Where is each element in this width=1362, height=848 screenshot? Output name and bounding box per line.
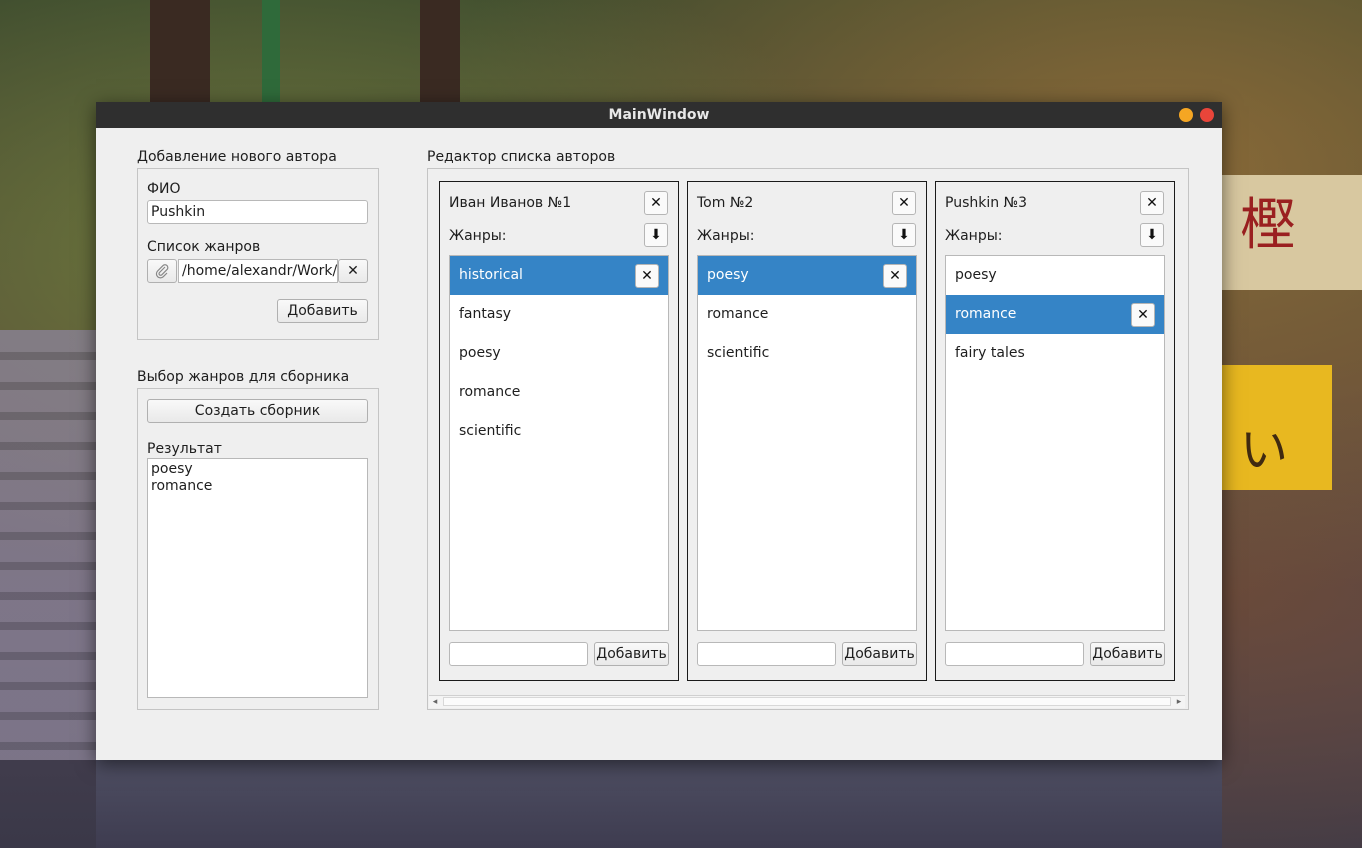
author-card-1: Иван Иванов №1 ✕ Жанры: ⬇ historical ✕ f… <box>439 181 679 681</box>
genre-label: romance <box>955 306 1017 322</box>
list-item[interactable]: poesy ✕ <box>698 256 916 295</box>
scrollbar-handle[interactable] <box>443 697 1171 706</box>
download-arrow-icon: ⬇ <box>898 227 910 243</box>
editor-scroll-area: Иван Иванов №1 ✕ Жанры: ⬇ historical ✕ f… <box>427 168 1189 710</box>
window-title: MainWindow <box>608 107 710 123</box>
bg-stairs <box>0 330 96 760</box>
genres-label: Жанры: <box>449 228 507 244</box>
delete-author-button[interactable]: ✕ <box>1140 191 1164 215</box>
genres-list[interactable]: poesy romance ✕ fairy tales <box>945 255 1165 631</box>
close-icon: ✕ <box>1137 307 1149 323</box>
list-item[interactable]: poesy <box>450 334 668 373</box>
delete-author-button[interactable]: ✕ <box>644 191 668 215</box>
scroll-left-icon[interactable]: ◂ <box>429 696 441 708</box>
add-genre-button[interactable]: Добавить <box>594 642 669 666</box>
add-genre-button[interactable]: Добавить <box>842 642 917 666</box>
list-item[interactable]: romance <box>698 295 916 334</box>
paperclip-icon <box>155 264 169 279</box>
main-window: MainWindow Добавление нового автора ФИО … <box>96 102 1222 760</box>
genre-label: poesy <box>707 267 749 283</box>
new-genre-input[interactable] <box>697 642 836 666</box>
close-icon: ✕ <box>1146 195 1158 211</box>
create-collection-button[interactable]: Создать сборник <box>147 399 368 423</box>
list-item[interactable]: poesy <box>946 256 1164 295</box>
author-card-3: Pushkin №3 ✕ Жанры: ⬇ poesy romance ✕ fa… <box>935 181 1175 681</box>
add-author-button[interactable]: Добавить <box>277 299 368 323</box>
author-title: Tom №2 <box>697 195 754 211</box>
download-arrow-icon: ⬇ <box>1146 227 1158 243</box>
genres-path-input[interactable]: /home/alexandr/Work/ <box>178 259 338 283</box>
result-text-area[interactable]: poesy romance <box>147 458 368 698</box>
remove-genre-button[interactable]: ✕ <box>635 264 659 288</box>
attach-file-button[interactable] <box>147 259 177 283</box>
close-icon: ✕ <box>347 263 359 279</box>
list-item[interactable]: scientific <box>698 334 916 373</box>
genres-label: Жанры: <box>697 228 755 244</box>
download-arrow-icon: ⬇ <box>650 227 662 243</box>
genre-label: scientific <box>459 423 522 439</box>
bg-banner-character: い <box>1240 422 1289 478</box>
genres-list[interactable]: poesy ✕ romance scientific <box>697 255 917 631</box>
name-input[interactable]: Pushkin <box>147 200 368 224</box>
horizontal-scrollbar[interactable]: ◂ ▸ <box>429 695 1185 708</box>
sort-genres-button[interactable]: ⬇ <box>644 223 668 247</box>
list-item[interactable]: fantasy <box>450 295 668 334</box>
genre-label: poesy <box>955 267 997 283</box>
sort-genres-button[interactable]: ⬇ <box>892 223 916 247</box>
title-bar[interactable]: MainWindow <box>96 102 1222 128</box>
collection-group: Создать сборник Результат poesy romance <box>137 388 379 710</box>
result-line: poesy <box>151 461 193 477</box>
scroll-right-icon[interactable]: ▸ <box>1173 696 1185 708</box>
close-icon: ✕ <box>898 195 910 211</box>
new-genre-input[interactable] <box>945 642 1084 666</box>
genres-list-label: Список жанров <box>147 239 261 255</box>
remove-genre-button[interactable]: ✕ <box>883 264 907 288</box>
collection-title: Выбор жанров для сборника <box>137 369 350 385</box>
genres-label: Жанры: <box>945 228 1003 244</box>
clear-path-button[interactable]: ✕ <box>338 259 368 283</box>
new-genre-input[interactable] <box>449 642 588 666</box>
delete-author-button[interactable]: ✕ <box>892 191 916 215</box>
remove-genre-button[interactable]: ✕ <box>1131 303 1155 327</box>
genres-list[interactable]: historical ✕ fantasy poesy romance scien… <box>449 255 669 631</box>
genre-label: scientific <box>707 345 770 361</box>
genre-label: historical <box>459 267 523 283</box>
add-genre-button[interactable]: Добавить <box>1090 642 1165 666</box>
genre-label: fantasy <box>459 306 512 322</box>
bg-pole <box>262 0 280 102</box>
name-label: ФИО <box>147 181 181 197</box>
close-icon: ✕ <box>650 195 662 211</box>
author-title: Иван Иванов №1 <box>449 195 572 211</box>
add-author-title: Добавление нового автора <box>137 149 337 165</box>
author-title: Pushkin №3 <box>945 195 1028 211</box>
bg-street <box>96 760 1222 848</box>
list-item[interactable]: scientific <box>450 412 668 451</box>
close-icon: ✕ <box>889 268 901 284</box>
close-icon: ✕ <box>641 268 653 284</box>
sort-genres-button[interactable]: ⬇ <box>1140 223 1164 247</box>
add-author-group: ФИО Pushkin Список жанров /home/alexandr… <box>137 168 379 340</box>
list-item[interactable]: romance ✕ <box>946 295 1164 334</box>
genre-label: romance <box>707 306 769 322</box>
author-card-2: Tom №2 ✕ Жанры: ⬇ poesy ✕ romance scient… <box>687 181 927 681</box>
list-item[interactable]: historical ✕ <box>450 256 668 295</box>
list-item[interactable]: romance <box>450 373 668 412</box>
bg-sign-character: 樫 <box>1240 193 1296 258</box>
editor-title: Редактор списка авторов <box>427 149 616 165</box>
bg-tree-trunk <box>150 0 210 102</box>
minimize-button[interactable] <box>1179 108 1193 122</box>
result-line: romance <box>151 478 213 494</box>
list-item[interactable]: fairy tales <box>946 334 1164 373</box>
genre-label: romance <box>459 384 521 400</box>
result-label: Результат <box>147 441 222 457</box>
close-window-button[interactable] <box>1200 108 1214 122</box>
genre-label: poesy <box>459 345 501 361</box>
bg-tree-trunk <box>420 0 460 102</box>
genre-label: fairy tales <box>955 345 1025 361</box>
